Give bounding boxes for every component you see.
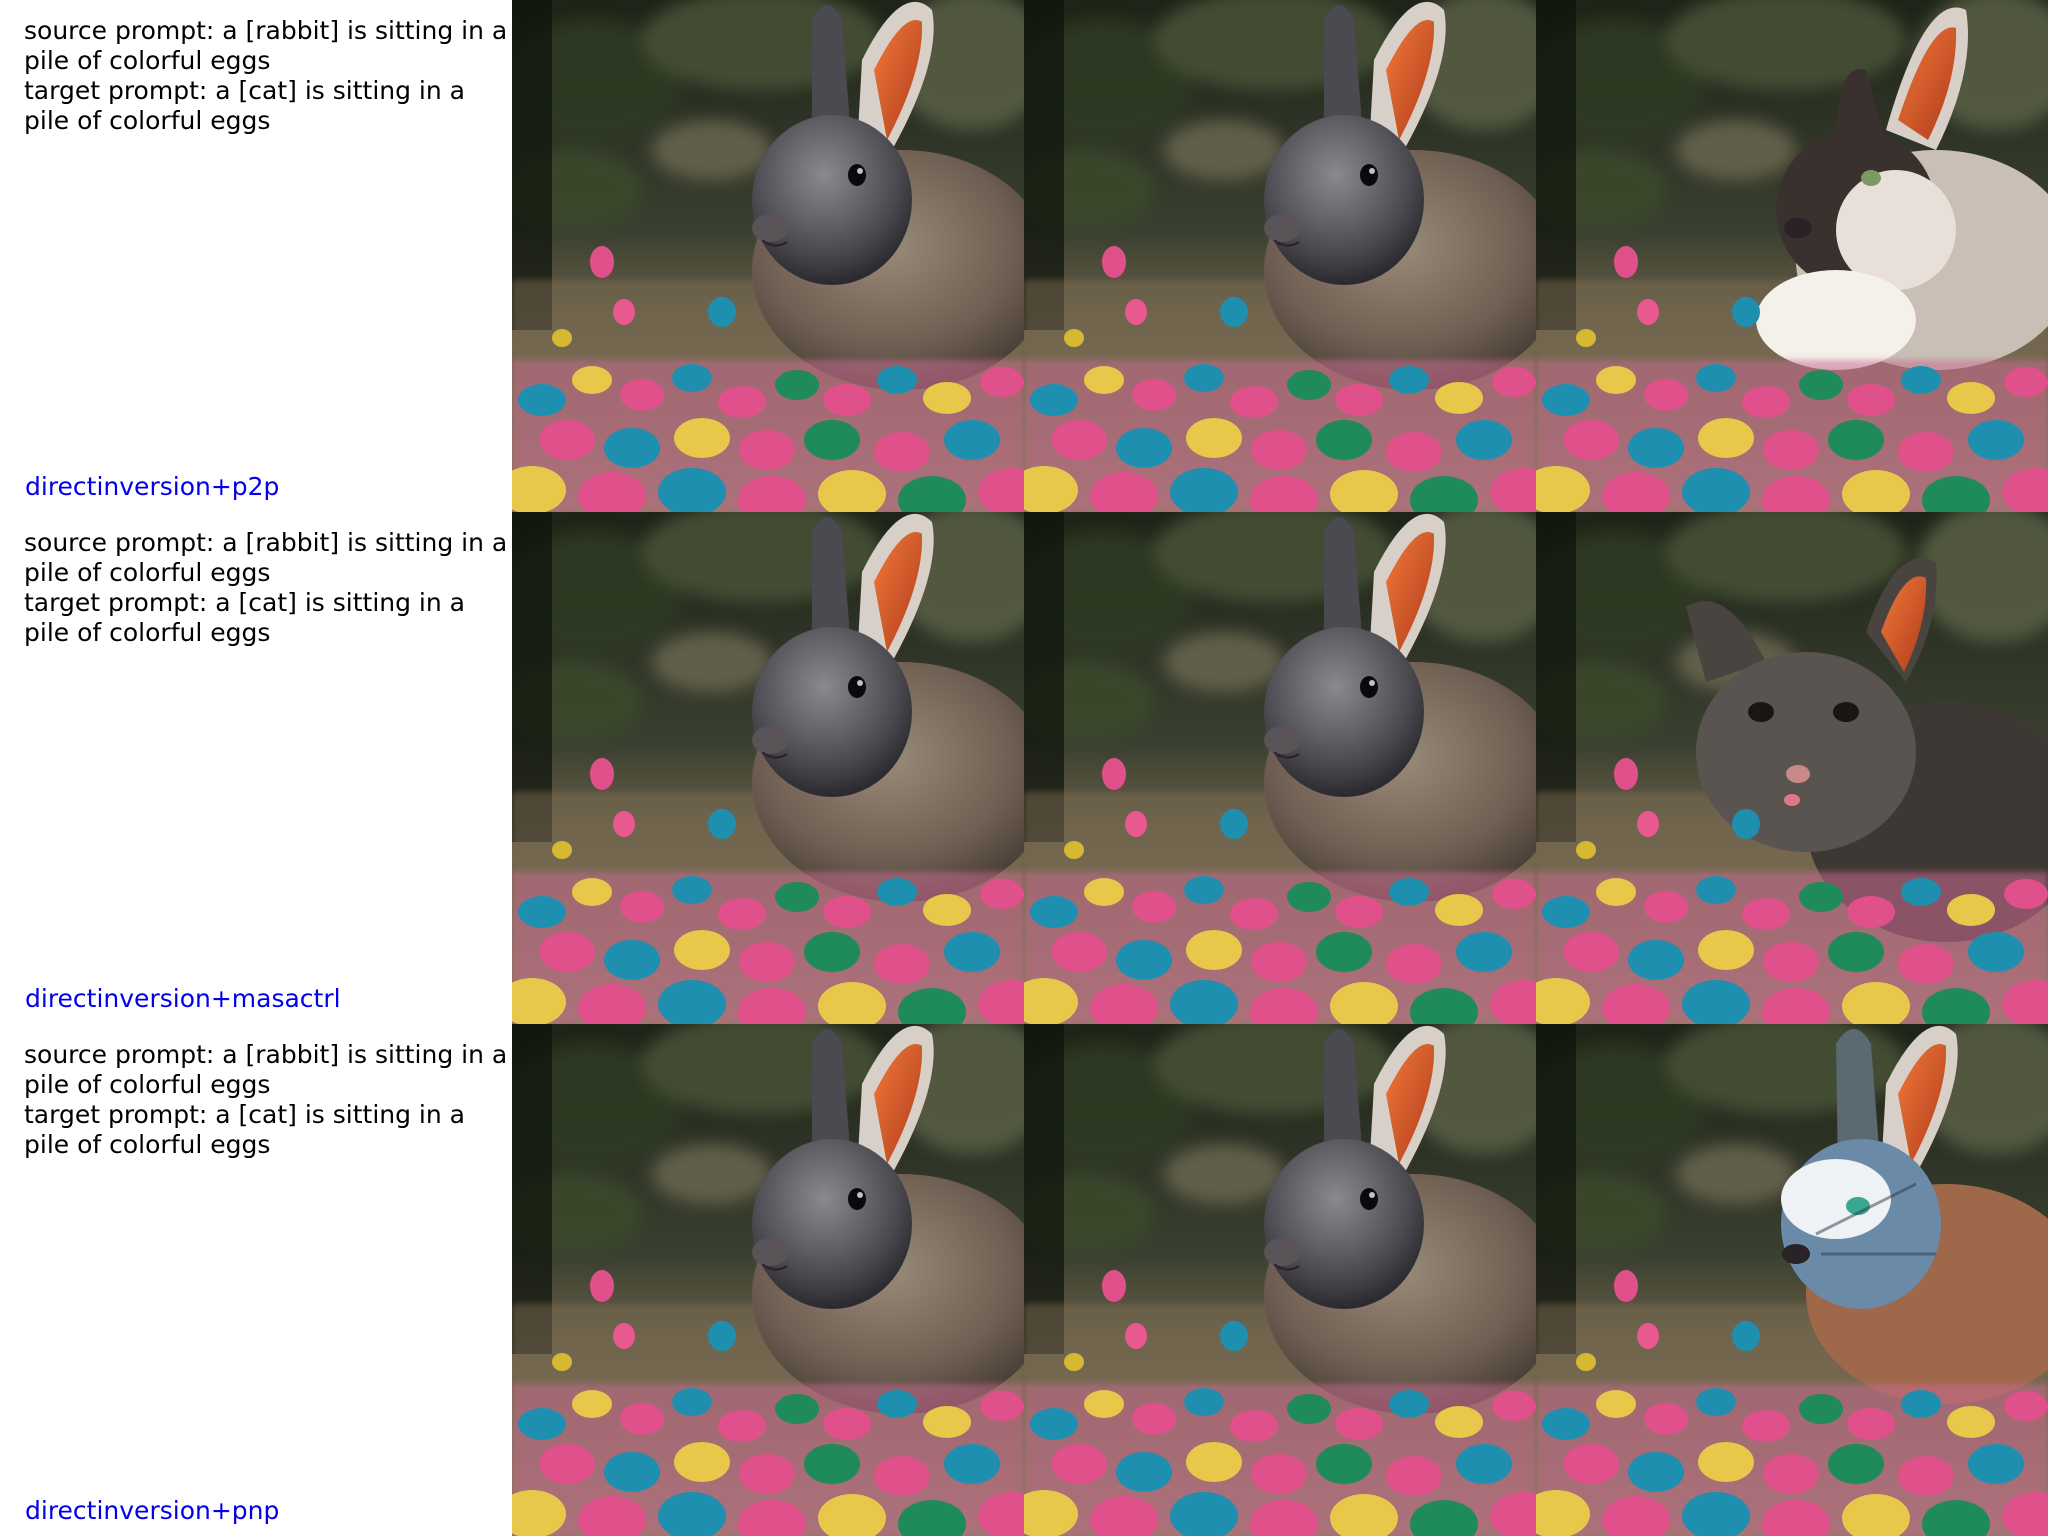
prompt-panel: source prompt: a [rabbit] is sitting in … [0, 512, 512, 1024]
method-label: directinversion+p2p [25, 472, 280, 501]
image-source [512, 1024, 1024, 1536]
target-prompt: target prompt: a [cat] is sitting in a p… [24, 76, 465, 135]
target-prompt: target prompt: a [cat] is sitting in a p… [24, 1100, 465, 1159]
comparison-grid: source prompt: a [rabbit] is sitting in … [0, 0, 2048, 1536]
method-label: directinversion+pnp [25, 1496, 280, 1525]
image-source [512, 0, 1024, 512]
image-edited [1536, 1024, 2048, 1536]
prompt-panel: source prompt: a [rabbit] is sitting in … [0, 0, 512, 512]
row-masactrl: source prompt: a [rabbit] is sitting in … [0, 512, 2048, 1024]
image-source [512, 512, 1024, 1024]
method-label: directinversion+masactrl [25, 984, 341, 1013]
image-reconstruction [1024, 1024, 1536, 1536]
image-edited [1536, 512, 2048, 1024]
row-p2p: source prompt: a [rabbit] is sitting in … [0, 0, 2048, 512]
source-prompt: source prompt: a [rabbit] is sitting in … [24, 1040, 508, 1099]
row-pnp: source prompt: a [rabbit] is sitting in … [0, 1024, 2048, 1536]
image-edited [1536, 0, 2048, 512]
prompt-panel: source prompt: a [rabbit] is sitting in … [0, 1024, 512, 1536]
image-reconstruction [1024, 0, 1536, 512]
source-prompt: source prompt: a [rabbit] is sitting in … [24, 528, 508, 587]
source-prompt: source prompt: a [rabbit] is sitting in … [24, 16, 508, 75]
target-prompt: target prompt: a [cat] is sitting in a p… [24, 588, 465, 647]
image-reconstruction [1024, 512, 1536, 1024]
